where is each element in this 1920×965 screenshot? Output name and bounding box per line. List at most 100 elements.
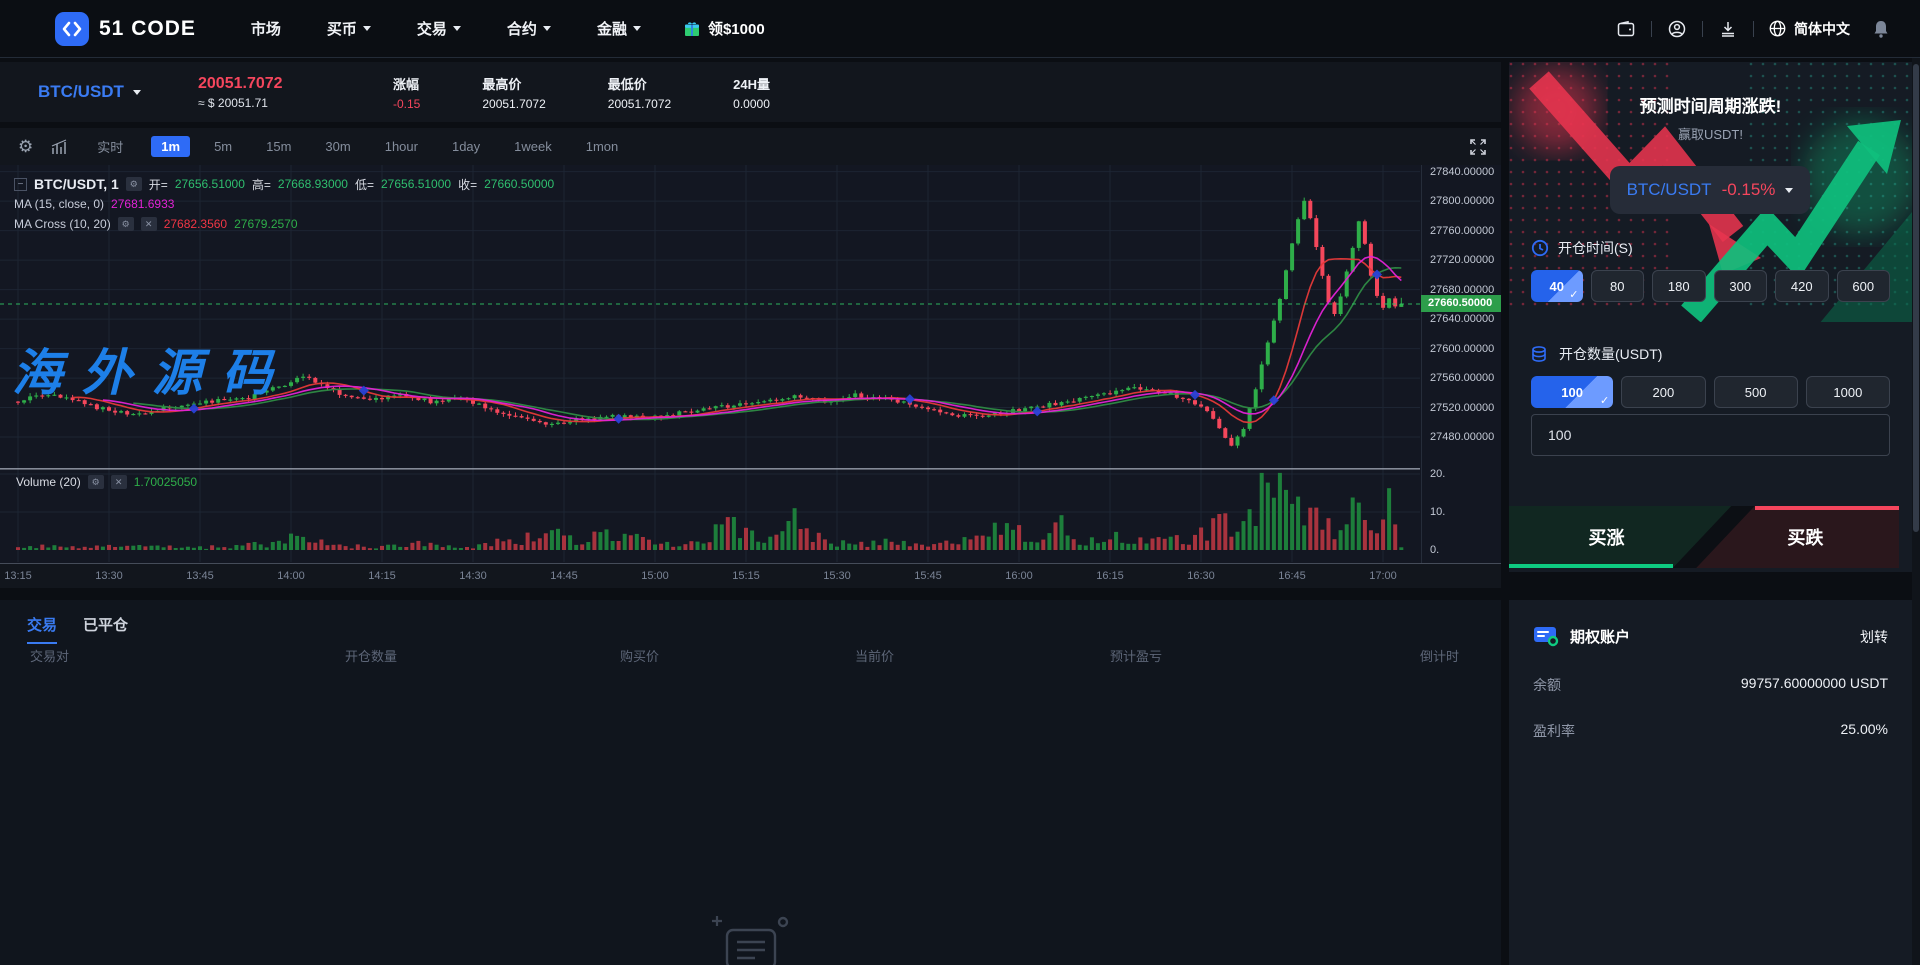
account-row-value: 25.00% (1841, 721, 1888, 741)
volume-settings-icon[interactable]: ⚙ (88, 475, 104, 489)
bell-icon[interactable] (1870, 18, 1892, 40)
time-tick: 16:15 (1096, 570, 1124, 582)
open-time-option-600[interactable]: 600 (1837, 270, 1891, 302)
option-account-icon (1533, 624, 1560, 649)
interval-tab-15m[interactable]: 15m (256, 136, 301, 157)
time-tick: 14:30 (459, 570, 487, 582)
buy-down-topline (1755, 506, 1899, 510)
chart-area: 27840.0000027800.0000027760.0000027720.0… (0, 165, 1501, 588)
transfer-link[interactable]: 划转 (1860, 627, 1888, 647)
price-tick: 27680.00000 (1430, 284, 1494, 296)
account-row-1: 盈利率25.00% (1533, 721, 1888, 741)
interval-tab-1week[interactable]: 1week (504, 136, 562, 157)
account-title: 期权账户 (1570, 626, 1630, 647)
interval-tab-30m[interactable]: 30m (315, 136, 360, 157)
amount-input[interactable] (1531, 414, 1890, 456)
interval-tab-1hour[interactable]: 1hour (375, 136, 428, 157)
price-tick: 27640.00000 (1430, 313, 1494, 325)
amount-label: 开仓数量(USDT) (1559, 344, 1662, 364)
nav-separator (1651, 21, 1652, 37)
indicators-icon[interactable] (51, 139, 69, 155)
language-selector[interactable]: 简体中文 (1768, 19, 1850, 39)
open-time-option-420[interactable]: 420 (1775, 270, 1829, 302)
dropdown-change: -0.15% (1722, 180, 1776, 200)
indicator-value: 27682.3560 (164, 217, 227, 231)
column-header-5: 倒计时 (1420, 646, 1459, 665)
download-icon[interactable] (1717, 18, 1739, 40)
high-value: 20051.7072 (482, 97, 545, 111)
chevron-down-icon (633, 26, 641, 31)
positions-tab-1[interactable]: 已平仓 (83, 614, 128, 644)
amount-option-500[interactable]: 500 (1714, 376, 1798, 408)
tab-realtime[interactable]: 实时 (87, 134, 133, 159)
open-time-option-40[interactable]: 40✓ (1531, 270, 1583, 302)
ohlc-value: 27668.93000 (278, 177, 348, 191)
indicator-settings-icon[interactable]: ⚙ (118, 217, 134, 231)
price-tick: 27760.00000 (1430, 225, 1494, 237)
brand[interactable]: 51 CODE (55, 12, 196, 46)
nav-menu: 市场 买币 交易 合约 金融 (251, 18, 641, 39)
wallet-icon[interactable] (1615, 18, 1637, 40)
interval-tab-1m[interactable]: 1m (151, 136, 190, 157)
positions-tab-0[interactable]: 交易 (27, 614, 57, 644)
logo-icon (55, 12, 89, 46)
column-header-4: 预计盈亏 (1110, 646, 1162, 665)
open-time-option-80[interactable]: 80 (1591, 270, 1645, 302)
ohlc-legend: −BTC/USDT, 1⚙开=27656.51000高=27668.93000低… (14, 174, 554, 194)
last-price-block: 20051.7072 ≈ $ 20051.71 (198, 75, 338, 110)
price-tick: 27560.00000 (1430, 372, 1494, 384)
amount-option-100[interactable]: 100✓ (1531, 376, 1613, 408)
low-stat: 最低价 20051.7072 (608, 74, 671, 111)
nav-item-3[interactable]: 合约 (507, 18, 551, 39)
open-time-label: 开仓时间(S) (1558, 238, 1633, 258)
positions-panel: 交易已平仓 交易对开仓数量购买价当前价预计盈亏倒计时 (0, 600, 1501, 965)
top-nav: 51 CODE 市场 买币 交易 合约 金融 领$1000 (0, 0, 1920, 58)
time-tick: 15:15 (732, 570, 760, 582)
buy-up-underline (1509, 564, 1673, 568)
indicator-close-icon[interactable]: ✕ (141, 217, 157, 231)
collapse-icon[interactable]: − (14, 178, 27, 191)
volume-tick: 20. (1430, 468, 1445, 480)
pair-dropdown[interactable]: BTC/USDT -0.15% (1610, 166, 1810, 214)
volume-label: 24H量 (733, 74, 770, 93)
volume-tick: 0. (1430, 544, 1439, 556)
fullscreen-icon[interactable] (1469, 138, 1487, 156)
time-tick: 17:00 (1369, 570, 1397, 582)
scrollbar-thumb[interactable] (1913, 64, 1919, 532)
ohlc-value: 27656.51000 (175, 177, 245, 191)
price-tick: 27600.00000 (1430, 343, 1494, 355)
volume-close-icon[interactable]: ✕ (111, 475, 127, 489)
interval-tab-5m[interactable]: 5m (204, 136, 242, 157)
amount-option-1000[interactable]: 1000 (1806, 376, 1890, 408)
open-time-option-300[interactable]: 300 (1714, 270, 1768, 302)
nav-item-4[interactable]: 金融 (597, 18, 641, 39)
time-tick: 13:15 (4, 570, 32, 582)
time-tick: 15:00 (641, 570, 669, 582)
time-axis[interactable]: 13:1513:3013:4514:0014:1514:3014:4515:00… (0, 563, 1501, 588)
high-label: 最高价 (482, 74, 545, 93)
ohlc-label: 低= (355, 176, 374, 193)
amount-option-200[interactable]: 200 (1621, 376, 1705, 408)
price-tick: 27720.00000 (1430, 254, 1494, 266)
bonus-button[interactable]: 领$1000 (683, 18, 765, 39)
time-tick: 15:45 (914, 570, 942, 582)
account-header: 期权账户 划转 (1533, 624, 1888, 649)
price-axis[interactable]: 27840.0000027800.0000027760.0000027720.0… (1421, 165, 1501, 563)
nav-item-2[interactable]: 交易 (417, 18, 461, 39)
chart-settings-icon[interactable]: ⚙ (18, 137, 33, 157)
interval-tab-1day[interactable]: 1day (442, 136, 490, 157)
account-icon[interactable] (1666, 18, 1688, 40)
pair-selector[interactable]: BTC/USDT (38, 82, 198, 102)
series-settings-icon[interactable]: ⚙ (126, 177, 142, 191)
nav-item-0[interactable]: 市场 (251, 18, 281, 39)
promo-subtitle: 赢取USDT! (1509, 124, 1912, 143)
account-row-label: 余额 (1533, 675, 1561, 695)
interval-tab-1mon[interactable]: 1mon (576, 136, 629, 157)
open-time-option-180[interactable]: 180 (1652, 270, 1706, 302)
nav-separator (1753, 21, 1754, 37)
nav-item-1[interactable]: 买币 (327, 18, 371, 39)
dropdown-pair: BTC/USDT (1627, 180, 1712, 200)
chevron-down-icon (363, 26, 371, 31)
indicator-label: MA Cross (10, 20) (14, 217, 111, 231)
time-tick: 14:45 (550, 570, 578, 582)
